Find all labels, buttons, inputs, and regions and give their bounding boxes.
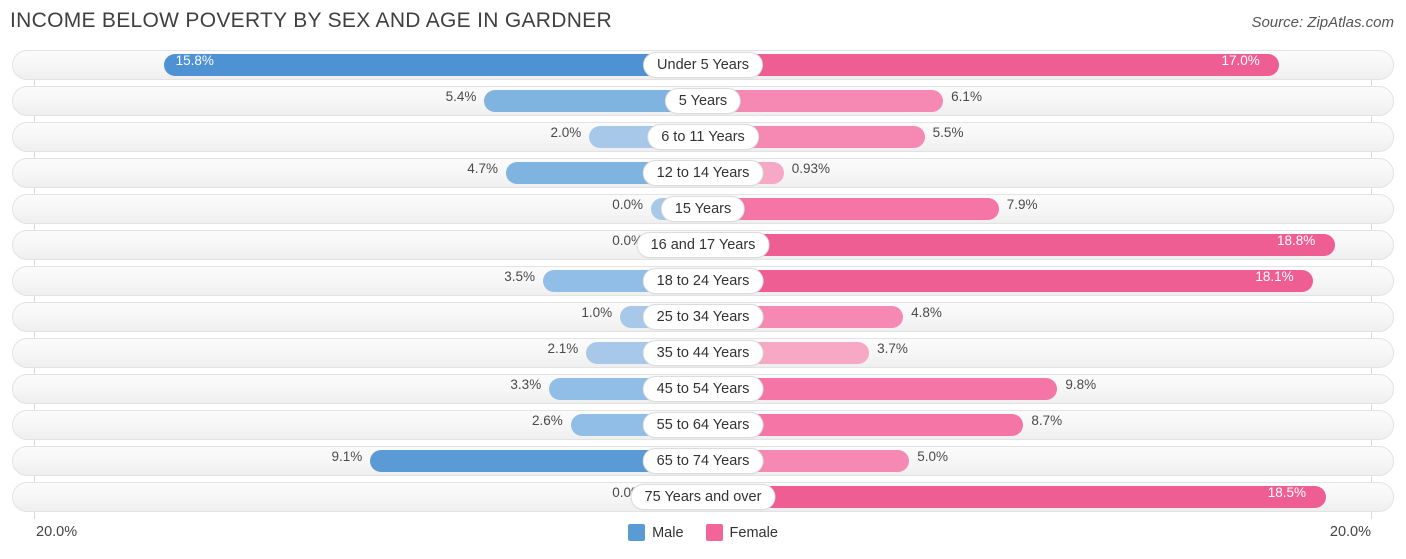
female-value-label: 17.0% <box>1221 53 1260 68</box>
category-label: 16 and 17 Years <box>636 232 770 258</box>
category-label: 45 to 54 Years <box>642 376 764 402</box>
category-label: 55 to 64 Years <box>642 412 764 438</box>
female-value-label: 18.8% <box>1276 233 1316 248</box>
female-bar[interactable] <box>703 54 1280 76</box>
male-value-label: 1.0% <box>581 305 613 320</box>
table-row: 2.0% 5.5% 6 to 11 Years <box>12 122 1394 152</box>
chart-legend: Male Female <box>12 524 1394 541</box>
plot-area: 15.8% 17.0% Under 5 Years 5.4% 6.1% 5 Years 2.… <box>12 50 1394 519</box>
female-value-label: 6.1% <box>951 89 982 104</box>
legend-item-male[interactable]: Male <box>628 524 684 541</box>
legend-label: Male <box>652 524 684 541</box>
poverty-by-sex-and-age-chart: INCOME BELOW POVERTY BY SEX AND AGE IN G… <box>0 0 1406 559</box>
female-value-label: 18.1% <box>1255 269 1294 284</box>
female-value-label: 9.8% <box>1065 377 1097 392</box>
category-label: 12 to 14 Years <box>642 160 764 186</box>
male-value-label: 9.1% <box>331 449 363 464</box>
female-value-label: 0.93% <box>791 161 830 176</box>
legend-swatch-icon <box>705 524 723 541</box>
female-bar[interactable] <box>703 234 1335 256</box>
table-row: 0.0% 7.9% 15 Years <box>12 194 1394 224</box>
category-label: Under 5 Years <box>643 52 763 78</box>
table-row: 1.0% 4.8% 25 to 34 Years <box>12 302 1394 332</box>
female-value-label: 18.5% <box>1267 485 1306 500</box>
female-value-label: 5.5% <box>932 125 964 140</box>
legend-item-female[interactable]: Female <box>705 524 778 541</box>
category-label: 15 Years <box>660 196 746 222</box>
female-value-label: 3.7% <box>877 341 908 356</box>
table-row: 5.4% 6.1% 5 Years <box>12 86 1394 116</box>
male-bar[interactable] <box>163 54 703 76</box>
category-label: 5 Years <box>664 88 742 114</box>
female-value-label: 7.9% <box>1006 197 1038 212</box>
female-bar[interactable] <box>703 198 999 220</box>
table-row: 3.3% 9.8% 45 to 54 Years <box>12 374 1394 404</box>
female-bar[interactable] <box>703 270 1314 292</box>
table-row: 4.7% 0.93% 12 to 14 Years <box>12 158 1394 188</box>
male-value-label: 2.0% <box>550 125 582 140</box>
male-value-label: 0.0% <box>612 197 643 212</box>
male-value-label: 5.4% <box>445 89 477 104</box>
table-row: 15.8% 17.0% Under 5 Years <box>12 50 1394 80</box>
table-row: 0.0% 18.8% 16 and 17 Years <box>12 230 1394 260</box>
male-value-label: 2.1% <box>547 341 579 356</box>
table-row: 9.1% 5.0% 65 to 74 Years <box>12 446 1394 476</box>
category-label: 35 to 44 Years <box>642 340 764 366</box>
female-bar[interactable] <box>703 486 1326 508</box>
category-label: 65 to 74 Years <box>642 448 764 474</box>
table-row: 0.0% 18.5% 75 Years and over <box>12 482 1394 512</box>
source-attribution: Source: ZipAtlas.com <box>1251 14 1394 31</box>
chart-footer: 20.0% 20.0% Male Female <box>12 519 1394 549</box>
page-title: INCOME BELOW POVERTY BY SEX AND AGE IN G… <box>10 9 612 32</box>
category-label: 6 to 11 Years <box>647 124 759 150</box>
table-row: 2.6% 8.7% 55 to 64 Years <box>12 410 1394 440</box>
legend-swatch-icon <box>628 524 646 541</box>
category-label: 25 to 34 Years <box>642 304 764 330</box>
legend-label: Female <box>729 524 778 541</box>
category-label: 18 to 24 Years <box>642 268 764 294</box>
table-row: 2.1% 3.7% 35 to 44 Years <box>12 338 1394 368</box>
table-row: 3.5% 18.1% 18 to 24 Years <box>12 266 1394 296</box>
male-value-label: 3.3% <box>510 377 542 392</box>
male-value-label: 2.6% <box>532 413 563 428</box>
female-value-label: 4.8% <box>911 305 942 320</box>
female-value-label: 5.0% <box>917 449 949 464</box>
male-value-label: 3.5% <box>504 269 536 284</box>
category-label: 75 Years and over <box>630 484 776 510</box>
chart-header: INCOME BELOW POVERTY BY SEX AND AGE IN G… <box>0 0 1406 44</box>
female-value-label: 8.7% <box>1031 413 1063 428</box>
male-value-label: 4.7% <box>467 161 499 176</box>
male-value-label: 15.8% <box>175 53 214 68</box>
